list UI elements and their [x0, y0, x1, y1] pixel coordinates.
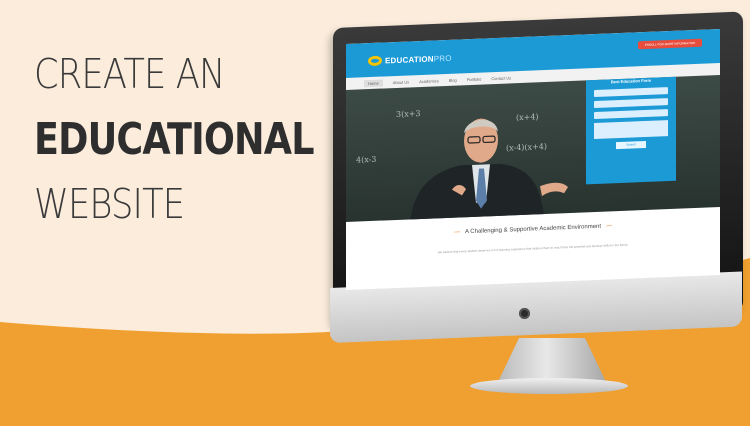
nav-item-blog[interactable]: Blog: [449, 77, 457, 82]
form-submit-button[interactable]: Submit: [616, 140, 646, 150]
chalkboard-text: 4(x-3: [356, 154, 377, 165]
nav-item-home[interactable]: Home: [364, 79, 383, 87]
form-email-field[interactable]: [594, 98, 668, 109]
monitor-base: [470, 378, 628, 394]
form-message-field[interactable]: [594, 120, 668, 140]
headline-line-2: EDUCATIONAL: [34, 114, 315, 165]
graduation-cap-icon: [368, 55, 382, 67]
hero-banner: 3(x+3 (x+4) 4(x-3 (x-4)(x+4) Best Educat…: [346, 74, 720, 222]
monitor-logo-icon: [519, 308, 530, 319]
website-screen: EDUCATIONPRO ENROLL FOR MORE INFORMATION…: [346, 28, 720, 291]
form-name-field[interactable]: [594, 87, 668, 98]
tagline: — A Challenging & Supportive Academic Env…: [346, 219, 720, 240]
form-phone-field[interactable]: [594, 109, 668, 120]
nav-item-academics[interactable]: Academics: [419, 78, 439, 84]
headline: CREATE AN EDUCATIONAL WEBSITE: [34, 54, 371, 225]
nav-item-contact[interactable]: Contact Us: [491, 75, 511, 81]
contact-form-panel: Best Education Form Submit: [586, 74, 676, 185]
site-logo[interactable]: EDUCATIONPRO: [368, 53, 452, 67]
logo-suffix-text: PRO: [433, 53, 452, 63]
headline-line-1: CREATE AN: [34, 50, 225, 98]
decorative-dash: —: [453, 229, 460, 236]
enroll-button[interactable]: ENROLL FOR MORE INFORMATION: [638, 38, 702, 50]
teacher-photo: [410, 118, 568, 222]
tagline-text: A Challenging & Supportive Academic Envi…: [464, 223, 602, 236]
nav-item-portfolio[interactable]: Portfolio: [467, 76, 482, 82]
logo-main-text: EDUCATION: [385, 53, 434, 65]
intro-text: We believe that every student deserves a…: [437, 242, 629, 255]
nav-item-about[interactable]: About Us: [393, 79, 409, 85]
headline-line-3: WEBSITE: [34, 180, 185, 228]
decorative-dash: —: [606, 223, 613, 230]
